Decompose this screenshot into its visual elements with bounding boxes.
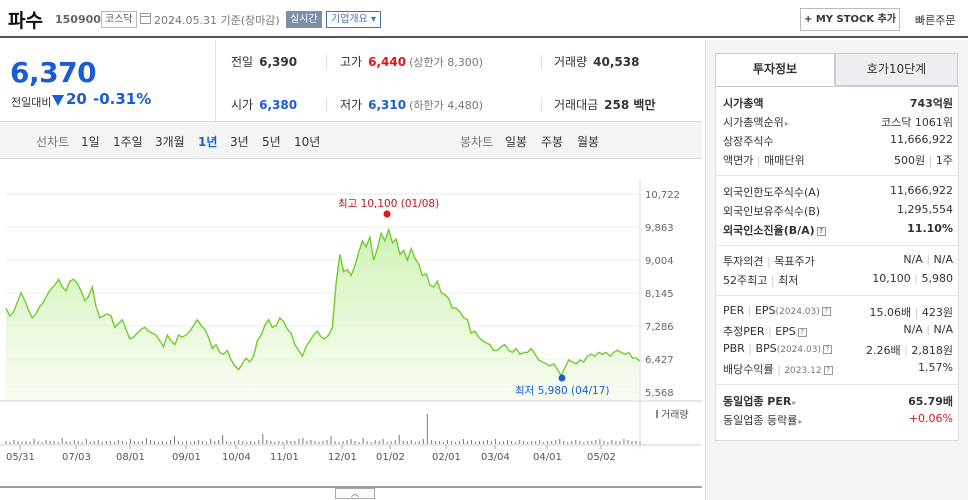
chart-collapse-handle[interactable]: ︿ xyxy=(335,488,375,499)
prev-close: 전일 6,390 xyxy=(231,55,298,69)
y-tick-label: 8,145 xyxy=(645,289,674,300)
tab-daily[interactable]: 일봉 xyxy=(505,133,527,150)
est-per-row: 추정PER | EPS? N/A | N/A xyxy=(723,323,953,338)
x-tick-label: 11/01 xyxy=(270,452,299,463)
change-label: 전일대비 xyxy=(11,96,52,109)
current-price: 6,370 xyxy=(10,56,97,89)
sector-per-row[interactable]: 동일업종 PER▸ 65.79배 xyxy=(723,393,953,411)
x-tick-label: 12/01 xyxy=(328,452,357,463)
line-chart-title: 선차트 xyxy=(36,135,70,149)
info-icon: ? xyxy=(823,366,833,375)
high-price: 고가 6,440 (상한가 8,300) xyxy=(340,55,483,69)
candle-chart-title: 봉차트 xyxy=(460,135,494,149)
dividend-row: 배당수익률 | 2023.12? 1.57% xyxy=(723,361,953,376)
opinion-row: 투자의견 | 목표주가 N/A | N/A xyxy=(723,253,953,268)
high-label: 최고 10,100 (01/08) xyxy=(338,198,439,210)
x-tick-label: 04/01 xyxy=(533,452,562,463)
market-badge: 코스닥 xyxy=(101,11,137,28)
calendar-icon xyxy=(140,13,151,24)
y-tick-label: 9,863 xyxy=(645,223,674,234)
stock-code: 150900 xyxy=(55,13,101,26)
stock-header: 파수 150900 코스닥 2024.05.31 기준(장마감) 실시간 기업개… xyxy=(0,0,968,38)
x-tick-label: 03/04 xyxy=(481,452,510,463)
company-overview-button[interactable]: 기업개요 ▾ xyxy=(326,11,381,28)
change-percent: -0.31% xyxy=(93,90,152,108)
info-icon: ? xyxy=(822,345,832,354)
info-icon: ? xyxy=(816,227,826,236)
tab-3y[interactable]: 3년 xyxy=(230,133,249,150)
low-marker xyxy=(558,374,566,382)
stock-name: 파수 xyxy=(8,10,43,32)
per-row: PER | EPS(2024.03)? 15.06배 | 423원 xyxy=(723,304,953,319)
market-cap-row: 시가총액 743억원 xyxy=(723,97,953,110)
high-marker xyxy=(383,210,391,218)
low-price: 저가 6,310 (하한가 4,480) xyxy=(340,98,483,112)
y-tick-label: 9,004 xyxy=(645,256,674,267)
par-value-row: 액면가 | 매매단위 500원 | 1주 xyxy=(723,154,953,167)
volume-legend-swatch xyxy=(656,410,658,418)
tab-weekly[interactable]: 주봉 xyxy=(541,133,563,150)
tab-1w[interactable]: 1주일 xyxy=(113,133,143,150)
sector-change-row[interactable]: 동일업종 등락률▸ +0.06% xyxy=(723,412,953,430)
volume: 거래량 40,538 xyxy=(554,55,640,69)
info-icon: ? xyxy=(821,307,831,316)
chart-period-bar: 선차트 1일 1주일 3개월 1년 3년 5년 10년 봉차트 일봉 주봉 월봉 xyxy=(0,121,702,159)
x-tick-label: 02/01 xyxy=(432,452,461,463)
y-tick-label: 10,722 xyxy=(645,190,680,201)
trade-amount: 거래대금 258 백만 xyxy=(554,98,656,112)
tab-monthly[interactable]: 월봉 xyxy=(577,133,599,150)
x-tick-label: 10/04 xyxy=(222,452,251,463)
quote-date: 2024.05.31 기준(장마감) xyxy=(154,14,280,27)
x-tick-label: 09/01 xyxy=(172,452,201,463)
tab-1d[interactable]: 1일 xyxy=(81,133,100,150)
listed-shares-row: 상장주식수 11,666,922 xyxy=(723,133,953,148)
down-arrow-icon xyxy=(52,95,64,106)
pbr-row: PBR | BPS(2024.03)? 2.26배 | 2,818원 xyxy=(723,342,953,357)
price-area-fill xyxy=(6,229,640,400)
tab-invest-info[interactable]: 투자정보 xyxy=(715,53,835,86)
y-tick-label: 7,286 xyxy=(645,322,674,333)
foreign-hold-row: 외국인보유주식수(B) 1,295,554 xyxy=(723,203,953,218)
tab-3m[interactable]: 3개월 xyxy=(155,133,185,150)
quick-order-link[interactable]: 빠른주문 xyxy=(915,12,955,28)
tab-10y[interactable]: 10년 xyxy=(294,133,320,150)
current-price-box: 6,370 전일대비 20 -0.31% xyxy=(0,40,215,121)
open-price: 시가 6,380 xyxy=(231,98,298,112)
x-tick-label: 07/03 xyxy=(62,452,91,463)
x-tick-label: 01/02 xyxy=(376,452,405,463)
low-label: 최저 5,980 (04/17) xyxy=(515,385,610,397)
invest-info-panel: 투자정보 호가10단계 시가총액 743억원 시가총액순위▸ 코스닥 1061위 상… xyxy=(705,40,968,500)
price-chart-svg: 10,722 9,863 9,004 8,145 7,286 6,427 5,568 최고 … xyxy=(0,179,702,488)
volume-label: 거래량 xyxy=(661,409,689,421)
tab-orderbook-10[interactable]: 호가10단계 xyxy=(835,53,958,86)
foreign-ratio-row: 외국인소진율(B/A)? 11.10% xyxy=(723,222,953,237)
price-chart[interactable]: 10,722 9,863 9,004 8,145 7,286 6,427 5,568 최고 … xyxy=(0,159,702,500)
change-value: 20 xyxy=(66,90,87,108)
x-tick-label: 05/02 xyxy=(587,452,616,463)
y-tick-label: 6,427 xyxy=(645,355,674,366)
market-cap-rank-row: 시가총액순위▸ 코스닥 1061위 xyxy=(723,116,953,129)
realtime-button[interactable]: 실시간 xyxy=(286,11,322,28)
x-tick-label: 05/31 xyxy=(6,452,35,463)
info-icon: ? xyxy=(797,328,807,337)
y-tick-label: 5,568 xyxy=(645,388,674,399)
52week-row: 52주최고 | 최저 10,100 | 5,980 xyxy=(723,272,953,287)
tab-5y[interactable]: 5년 xyxy=(262,133,281,150)
price-summary: 전일 6,390 고가 6,440 (상한가 8,300) 거래량 40,538 시가 6… xyxy=(215,40,702,121)
tab-1y[interactable]: 1년 xyxy=(198,133,217,150)
foreign-limit-row: 외국인한도주식수(A) 11,666,922 xyxy=(723,184,953,199)
x-tick-label: 08/01 xyxy=(116,452,145,463)
invest-info-table: 시가총액 743억원 시가총액순위▸ 코스닥 1061위 상장주식수 11,666,9… xyxy=(715,86,959,441)
my-stock-add-button[interactable]: + MY STOCK 추가 xyxy=(800,8,900,31)
